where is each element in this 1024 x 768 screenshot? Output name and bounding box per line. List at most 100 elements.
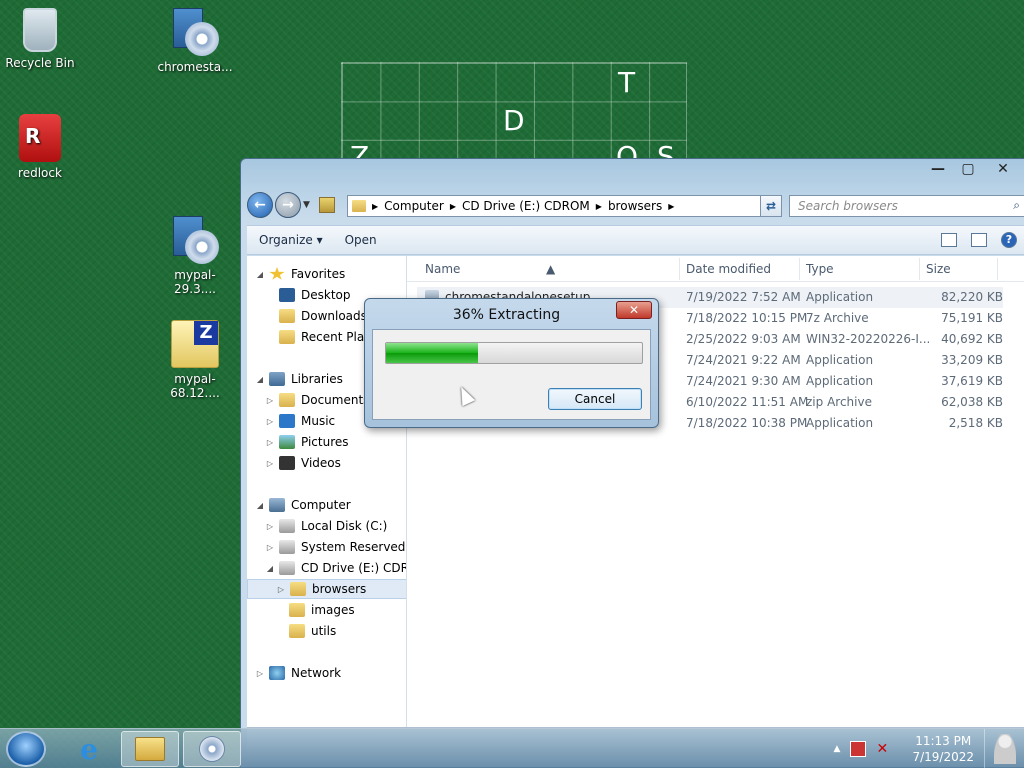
breadcrumb-browsers[interactable]: browsers [608, 199, 662, 213]
show-desktop-button[interactable] [984, 729, 1024, 768]
preview-pane-icon[interactable] [971, 233, 987, 247]
breadcrumb-cd-drive[interactable]: CD Drive (E:) CDROM [462, 199, 590, 213]
column-header-name[interactable]: Name [425, 262, 460, 276]
taskbar-setup[interactable] [183, 731, 241, 767]
close-button[interactable]: ✕ [983, 159, 1023, 179]
desktop-icon-mypal-29[interactable]: mypal-29.3.... [155, 216, 235, 296]
progress-bar [385, 342, 643, 364]
nav-utils[interactable]: utils [275, 621, 336, 641]
desktop-icon-chromesta[interactable]: chromesta... [155, 8, 235, 74]
window-controls: — ▢ ✕ [923, 159, 1023, 179]
column-headers: Name ▲ Date modified Type Size [407, 256, 1024, 282]
command-bar: Organize ▾ Open ? [247, 225, 1024, 255]
change-view-icon[interactable] [941, 233, 957, 247]
clock[interactable]: 11:13 PM 7/19/2022 [912, 733, 974, 765]
forward-button[interactable]: → [275, 192, 301, 218]
zip-archive-icon: Z [171, 320, 219, 368]
desktop-icon-label: Recycle Bin [5, 56, 75, 70]
internet-explorer-icon: e [80, 732, 98, 766]
documents-icon [279, 393, 295, 407]
cd-drive-icon [279, 561, 295, 575]
desktop-icon-redlock[interactable]: R redlock [0, 114, 80, 180]
taskbar-explorer[interactable] [121, 731, 179, 767]
taskbar-internet-explorer[interactable]: e [60, 731, 118, 767]
nav-videos[interactable]: ▷ Videos [265, 453, 341, 473]
recent-pages-dropdown[interactable]: ▼ [303, 200, 313, 210]
desktop-icon [279, 288, 295, 302]
desktop-icon-label: chromesta... [157, 60, 233, 74]
explorer-window: — ▢ ✕ ← → ▼ ▶ Computer ▶ CD Drive (E:) C… [240, 158, 1024, 768]
desktop-icon-label: mypal-29.3.... [174, 268, 216, 296]
recent-places-icon [279, 330, 295, 344]
network-status-icon[interactable] [850, 741, 867, 757]
drive-icon [279, 540, 295, 554]
back-button[interactable]: ← [247, 192, 273, 218]
recycle-bin-icon [23, 8, 57, 52]
pictures-icon [279, 435, 295, 449]
taskbar: e ▲ ✕ 11:13 PM 7/19/2022 [0, 728, 1024, 768]
progress-fill [386, 343, 479, 363]
nav-libraries[interactable]: ◢ Libraries [255, 369, 343, 389]
column-header-size[interactable]: Size [926, 262, 951, 276]
folder-icon [352, 200, 366, 212]
nav-network[interactable]: ▷ Network [255, 663, 341, 683]
system-tray: ▲ ✕ 11:13 PM 7/19/2022 [834, 729, 974, 768]
organize-button[interactable]: Organize ▾ [259, 233, 323, 247]
extract-progress-dialog: 36% Extracting ✕ Cancel [364, 298, 659, 428]
desktop-icon-label: mypal-68.12.... [170, 372, 220, 400]
network-icon [269, 666, 285, 680]
folder-icon [289, 624, 305, 638]
column-header-type[interactable]: Type [806, 262, 834, 276]
user-icon [993, 734, 1016, 764]
search-icon[interactable]: ⌕ [1013, 198, 1020, 213]
grid-letter: T [618, 66, 636, 99]
nav-pictures[interactable]: ▷ Pictures [265, 432, 349, 452]
cancel-button[interactable]: Cancel [548, 388, 642, 410]
minimize-button[interactable]: — [923, 159, 953, 179]
start-button[interactable] [6, 731, 46, 767]
desktop-icon-recycle-bin[interactable]: Recycle Bin [0, 8, 80, 70]
nav-cd-drive[interactable]: ◢CD Drive (E:) CDROM [265, 558, 406, 578]
search-input[interactable]: Search browsers ⌕ [789, 195, 1024, 217]
clock-time: 11:13 PM [915, 734, 972, 748]
nav-downloads[interactable]: Downloads [265, 306, 367, 326]
dialog-close-button[interactable]: ✕ [616, 301, 652, 319]
folder-icon [135, 737, 165, 761]
search-placeholder: Search browsers [798, 199, 898, 213]
nav-images[interactable]: images [275, 600, 355, 620]
refresh-button[interactable]: ⇄ [760, 195, 782, 217]
breadcrumb-computer[interactable]: Computer [384, 199, 444, 213]
help-icon[interactable]: ? [1001, 232, 1017, 248]
desktop-icon-mypal-68[interactable]: Z mypal-68.12.... [155, 320, 235, 400]
grid-letter: D [503, 104, 525, 137]
nav-desktop[interactable]: Desktop [265, 285, 351, 305]
computer-icon [269, 498, 285, 512]
nav-system-reserved[interactable]: ▷System Reserved (D: [265, 537, 406, 557]
address-bar[interactable]: ▶ Computer ▶ CD Drive (E:) CDROM ▶ brows… [347, 195, 777, 217]
clock-date: 7/19/2022 [912, 750, 974, 764]
music-icon [279, 414, 295, 428]
nav-music[interactable]: ▷ Music [265, 411, 335, 431]
sort-arrow-icon: ▲ [546, 262, 556, 276]
folder-icon [290, 582, 306, 596]
desktop-icon-label: redlock [18, 166, 62, 180]
maximize-button[interactable]: ▢ [953, 159, 983, 179]
setup-disc-icon [171, 8, 219, 56]
show-hidden-icons-button[interactable]: ▲ [834, 744, 841, 754]
nav-computer[interactable]: ◢ Computer [255, 495, 351, 515]
folder-up-icon[interactable] [319, 197, 335, 213]
nav-documents[interactable]: ▷ Documents [265, 390, 369, 410]
volume-muted-icon[interactable]: ✕ [876, 741, 892, 757]
open-button[interactable]: Open [345, 233, 377, 247]
nav-browsers[interactable]: ▷ browsers [247, 579, 406, 599]
dialog-body: Cancel [372, 329, 651, 420]
setup-disc-icon [171, 216, 219, 264]
redlock-icon: R [19, 114, 61, 162]
nav-local-disk[interactable]: ▷ Local Disk (C:) [265, 516, 387, 536]
drive-icon [279, 519, 295, 533]
downloads-folder-icon [279, 309, 295, 323]
column-header-date[interactable]: Date modified [686, 262, 771, 276]
dialog-title: 36% Extracting [452, 307, 561, 323]
videos-icon [279, 456, 295, 470]
nav-favorites[interactable]: ◢ Favorites [255, 264, 345, 284]
